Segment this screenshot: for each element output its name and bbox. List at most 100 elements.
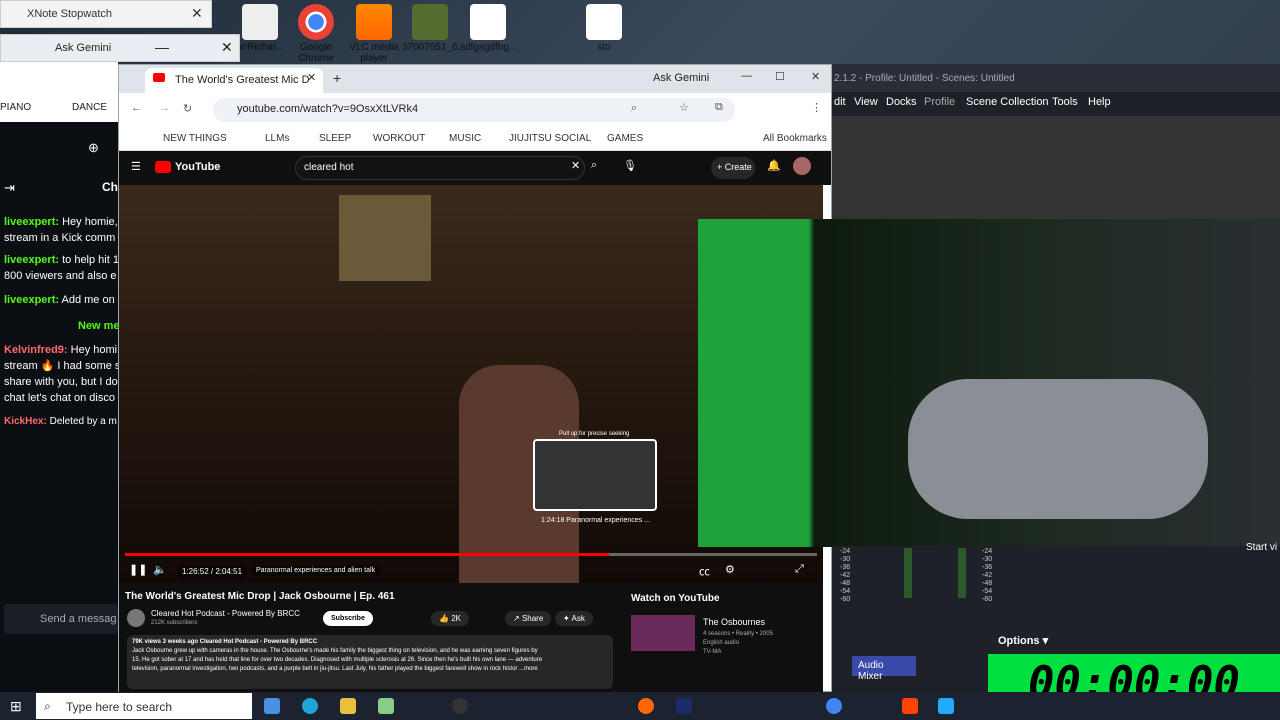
desktop-icon-doc2[interactable]: sto <box>576 4 632 53</box>
chapter-title[interactable]: Paranormal experiences and alien talk <box>251 565 381 576</box>
pause-icon[interactable]: ❚❚ <box>129 563 147 576</box>
minimize-icon[interactable]: — <box>155 39 169 55</box>
chat-send-input[interactable]: Send a messag <box>4 604 118 634</box>
description-line: 15. He got sober at 17 and has held that… <box>132 657 543 663</box>
bookmark-games[interactable]: GAMES <box>607 133 643 144</box>
chat-message: 800 viewers and also e <box>4 270 117 282</box>
maximize-icon[interactable]: ☐ <box>775 70 785 83</box>
options-button[interactable]: Options ▾ <box>998 634 1048 647</box>
xnote-window[interactable]: XNote Stopwatch ✕ <box>0 0 212 28</box>
obs-preview[interactable] <box>832 116 1280 220</box>
hamburger-icon[interactable]: ☰ <box>131 160 141 173</box>
bookmark-llms[interactable]: LLMs <box>265 133 289 144</box>
zoom-icon[interactable]: ⌕ <box>631 102 637 115</box>
menu-icon[interactable]: ⋮ <box>811 101 822 114</box>
close-icon[interactable]: ✕ <box>811 70 820 83</box>
collapse-icon[interactable]: ⇥ <box>4 180 15 196</box>
bookmark-workout[interactable]: WORKOUT <box>373 133 425 144</box>
seek-preview-thumbnail <box>533 439 657 511</box>
search-icon[interactable]: ⌕ <box>591 159 597 172</box>
description-line: Jack Osbourne grew up with cameras in th… <box>132 648 538 654</box>
firefox-icon[interactable] <box>638 698 654 714</box>
avatar[interactable] <box>793 157 811 175</box>
menu-help[interactable]: Help <box>1088 96 1111 108</box>
edge-icon[interactable] <box>302 698 318 714</box>
back-window-bar[interactable]: Ask Gemini — ✕ <box>0 34 240 62</box>
mic-icon[interactable]: 🎙 <box>623 159 637 172</box>
forward-icon[interactable]: → <box>159 102 170 114</box>
close-icon[interactable]: ✕ <box>191 5 203 22</box>
bookmark-star-icon[interactable]: ☆ <box>679 101 689 114</box>
description-box[interactable]: 79K views 3 weeks ago Cleared Hot Podcas… <box>127 635 613 689</box>
app-icon[interactable] <box>378 698 394 714</box>
clear-search-icon[interactable]: ✕ <box>571 159 580 172</box>
extensions-icon[interactable]: ⧉ <box>715 101 723 114</box>
desktop-icon-doc[interactable]: sdfgsgdfhg... <box>460 4 517 53</box>
audio-mixer-tab[interactable]: Audio Mixer <box>852 656 916 682</box>
recommended-thumbnail[interactable] <box>631 615 695 651</box>
menu-scene-collection[interactable]: Scene Collection <box>966 96 1049 108</box>
menu-edit[interactable]: dit <box>834 96 846 108</box>
video-details: The World's Greatest Mic Drop | Jack Osb… <box>119 583 823 693</box>
reload-icon[interactable]: ↻ <box>183 102 192 115</box>
bookmark-jiujitsu[interactable]: JIUJITSU SOCIAL <box>509 133 591 144</box>
menu-docks[interactable]: Docks <box>886 96 917 108</box>
desktop-icon-file[interactable]: anRichar... <box>232 4 288 53</box>
chat-message: stream 🔥 I had some s <box>4 360 118 372</box>
ask-gemini-button[interactable]: Ask Gemini <box>653 72 709 84</box>
tab-close-icon[interactable]: ✕ <box>307 71 316 84</box>
chrome-icon[interactable] <box>826 698 842 714</box>
bookmark-new-things[interactable]: NEW THINGS <box>163 133 227 144</box>
create-button[interactable]: + Create <box>711 157 755 179</box>
volume-icon[interactable]: 🔈 <box>153 563 167 576</box>
bookmark-dance[interactable]: DANCE <box>72 102 107 113</box>
windows-start-icon[interactable]: ⊞ <box>10 698 22 715</box>
desktop-icon-vlc[interactable]: VLC media player <box>346 4 402 64</box>
notifications-icon[interactable]: 🔔 <box>767 159 781 172</box>
ask-gemini-button[interactable]: Ask Gemini <box>55 42 111 54</box>
captions-icon[interactable]: ㏄ <box>699 563 710 579</box>
bookmark-sleep[interactable]: SLEEP <box>319 133 351 144</box>
brave-icon[interactable] <box>902 698 918 714</box>
back-icon[interactable]: ← <box>131 102 142 114</box>
channel-avatar[interactable] <box>127 609 145 627</box>
obs-icon[interactable] <box>452 698 468 714</box>
watch-on-youtube-heading: Watch on YouTube <box>631 593 720 604</box>
share-button[interactable]: ↗ Share <box>505 611 552 626</box>
file-explorer-icon[interactable] <box>340 698 356 714</box>
tab-youtube[interactable]: The World's Greatest Mic D <box>145 68 323 93</box>
bookmark-piano[interactable]: PIANO <box>0 102 31 113</box>
task-view-icon[interactable] <box>264 698 280 714</box>
photoshop-icon[interactable] <box>676 698 692 714</box>
menu-tools[interactable]: Tools <box>1052 96 1078 108</box>
fullscreen-icon[interactable]: ⤢ <box>795 563 804 576</box>
desktop-icon-image[interactable]: 37007051_6... <box>402 4 466 53</box>
settings-icon[interactable]: ⚙ <box>725 563 735 576</box>
like-button[interactable]: 👍 2K <box>431 611 469 626</box>
channel-name[interactable]: Cleared Hot Podcast - Powered By BRCC <box>151 609 300 618</box>
app-icon[interactable] <box>938 698 954 714</box>
url-input[interactable]: youtube.com/watch?v=9OsxXtLVRk4 <box>213 98 735 122</box>
globe-icon[interactable]: ⊕ <box>88 140 99 156</box>
start-virtual-cam[interactable]: Start vi <box>1246 542 1277 553</box>
menu-view[interactable]: View <box>854 96 878 108</box>
youtube-search-input[interactable]: cleared hot <box>295 156 585 180</box>
all-bookmarks[interactable]: All Bookmarks <box>763 133 827 144</box>
volume-meter <box>904 548 912 598</box>
taskbar-search-input[interactable]: Type here to search <box>36 693 252 719</box>
new-messages-divider[interactable]: New me <box>78 318 118 334</box>
bookmark-music[interactable]: MUSIC <box>449 133 481 144</box>
youtube-logo[interactable]: YouTube <box>175 161 220 173</box>
description-line: television, paranormal investigation, tw… <box>132 666 538 672</box>
subscribe-button[interactable]: Subscribe <box>323 611 373 626</box>
recommended-title[interactable]: The Osbournes <box>703 617 765 627</box>
webcam-blanket <box>908 379 1208 519</box>
minimize-icon[interactable]: — <box>741 70 752 82</box>
ask-button[interactable]: ✦ Ask <box>555 611 593 626</box>
progress-track[interactable] <box>125 553 817 556</box>
desktop-icon-chrome[interactable]: Google Chrome <box>288 4 344 64</box>
menu-profile[interactable]: Profile <box>924 96 955 108</box>
youtube-logo-icon <box>155 161 171 173</box>
close-icon[interactable]: ✕ <box>221 39 233 56</box>
new-tab-icon[interactable]: + <box>333 70 341 86</box>
